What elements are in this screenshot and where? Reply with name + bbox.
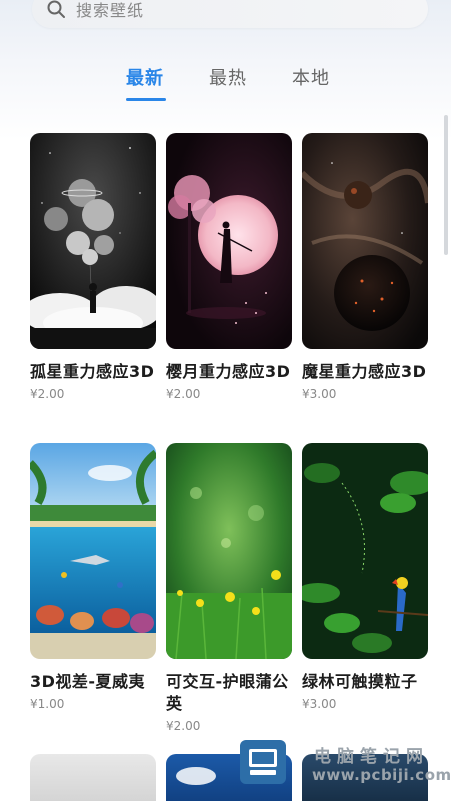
wallpaper-title: 绿林可触摸粒子 <box>302 672 418 691</box>
wallpaper-thumbnail[interactable] <box>302 133 428 349</box>
wallpaper-card[interactable]: 绿林可触摸粒子 ¥3.00 <box>302 443 428 711</box>
wallpaper-card[interactable]: 孤星重力感应3D ¥2.00 <box>30 133 156 401</box>
wallpaper-thumbnail[interactable] <box>30 443 156 659</box>
wallpaper-grid: 孤星重力感应3D ¥2.00 樱月重力感应3D ¥2.00 魔星重力感应3D ¥… <box>0 0 451 801</box>
wallpaper-price: ¥2.00 <box>166 719 201 733</box>
wallpaper-title: 魔星重力感应3D <box>302 362 427 381</box>
wallpaper-thumbnail[interactable] <box>30 133 156 349</box>
wallpaper-card[interactable]: 3D视差-夏威夷 ¥1.00 <box>30 443 156 711</box>
wallpaper-card-partial[interactable] <box>30 754 156 801</box>
wallpaper-card[interactable]: 可交互-护眼蒲公英 ¥2.00 <box>166 443 292 733</box>
wallpaper-price: ¥1.00 <box>30 697 65 711</box>
watermark-url: www.pcbiji.com <box>312 766 451 784</box>
watermark-site-name: 电脑笔记网 <box>314 747 429 767</box>
wallpaper-price: ¥2.00 <box>30 387 65 401</box>
wallpaper-price: ¥2.00 <box>166 387 201 401</box>
watermark-logo-icon <box>240 740 286 784</box>
wallpaper-price: ¥3.00 <box>302 697 337 711</box>
wallpaper-thumbnail[interactable] <box>166 133 292 349</box>
wallpaper-thumbnail[interactable] <box>166 443 292 659</box>
wallpaper-title: 3D视差-夏威夷 <box>30 672 146 691</box>
wallpaper-title: 孤星重力感应3D <box>30 362 155 381</box>
wallpaper-title: 樱月重力感应3D <box>166 362 291 381</box>
site-watermark: 电脑笔记网 www.pcbiji.com <box>240 740 451 801</box>
wallpaper-thumbnail[interactable] <box>302 443 428 659</box>
wallpaper-title: 可交互-护眼蒲公英 <box>166 672 289 713</box>
wallpaper-card[interactable]: 樱月重力感应3D ¥2.00 <box>166 133 292 401</box>
wallpaper-price: ¥3.00 <box>302 387 337 401</box>
wallpaper-card[interactable]: 魔星重力感应3D ¥3.00 <box>302 133 428 401</box>
